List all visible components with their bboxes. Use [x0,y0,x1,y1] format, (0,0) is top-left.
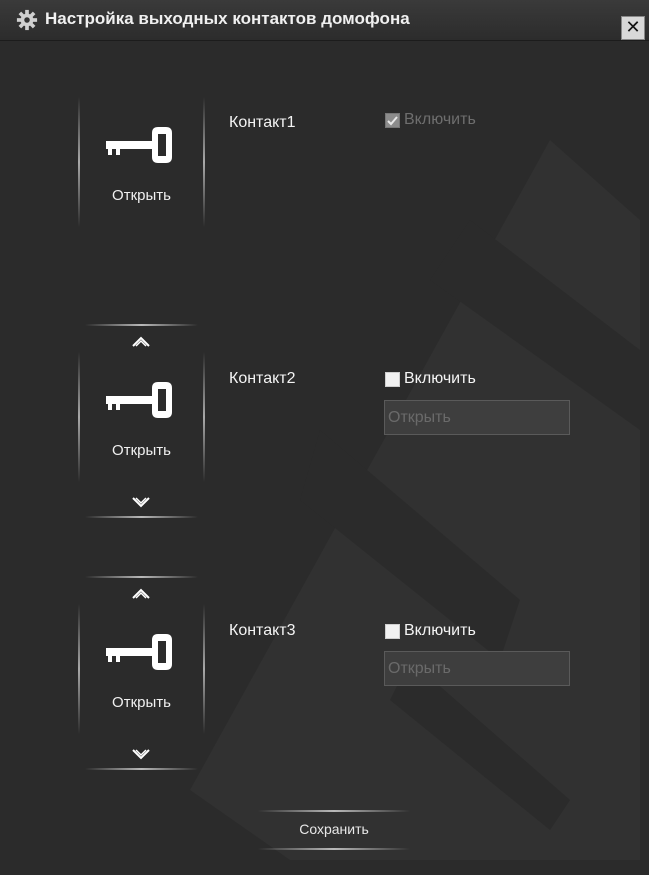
contact3-label: Контакт3 [229,622,296,639]
divider [85,324,198,326]
tile-border [203,604,205,734]
contact2-name-field[interactable]: Открыть [384,400,570,435]
checkbox [385,372,400,387]
title-bar: Настройка выходных контактов домофона ✕ [0,0,649,41]
dialog-window: Настройка выходных контактов домофона ✕ … [0,0,649,875]
key-icon [106,634,172,670]
move-up-button[interactable] [85,574,198,604]
move-up-button[interactable] [85,322,198,352]
key-icon [106,382,172,418]
move-down-button[interactable] [85,740,198,770]
enable-label: Включить [404,111,476,128]
chevron-down-icon [132,749,150,760]
checkbox [385,624,400,639]
field-value: Открыть [388,409,451,426]
save-button[interactable]: Сохранить [258,808,410,852]
enable-label: Включить [404,622,476,639]
move-down-button[interactable] [85,488,198,518]
chevron-up-icon [132,588,150,599]
divider [85,768,198,770]
gear-icon [16,9,38,31]
chevron-down-icon [132,497,150,508]
tile-border [203,352,205,482]
key-label: Открыть [112,442,171,459]
enable-label: Включить [404,370,476,387]
save-label: Сохранить [299,821,369,837]
close-icon: ✕ [625,17,641,37]
checkbox-checked [385,113,400,128]
field-value: Открыть [388,660,451,677]
divider [85,576,198,578]
chevron-up-icon [132,336,150,347]
open-contact1-button[interactable]: Открыть [78,97,205,227]
key-label: Открыть [112,187,171,204]
open-contact3-button[interactable]: Открыть [78,604,205,734]
window-title: Настройка выходных контактов домофона [45,9,410,28]
contact1-label: Контакт1 [229,114,296,131]
tile-border [78,604,80,734]
contact2-label: Контакт2 [229,370,296,387]
tile-border [78,97,80,227]
divider [258,810,410,812]
close-button[interactable]: ✕ [621,16,645,40]
divider [85,516,198,518]
tile-border [78,352,80,482]
logo-watermark [190,140,640,860]
divider [258,848,410,850]
tile-border [203,97,205,227]
key-label: Открыть [112,694,171,711]
key-icon [106,127,172,163]
open-contact2-button[interactable]: Открыть [78,352,205,482]
contact3-name-field[interactable]: Открыть [384,651,570,686]
